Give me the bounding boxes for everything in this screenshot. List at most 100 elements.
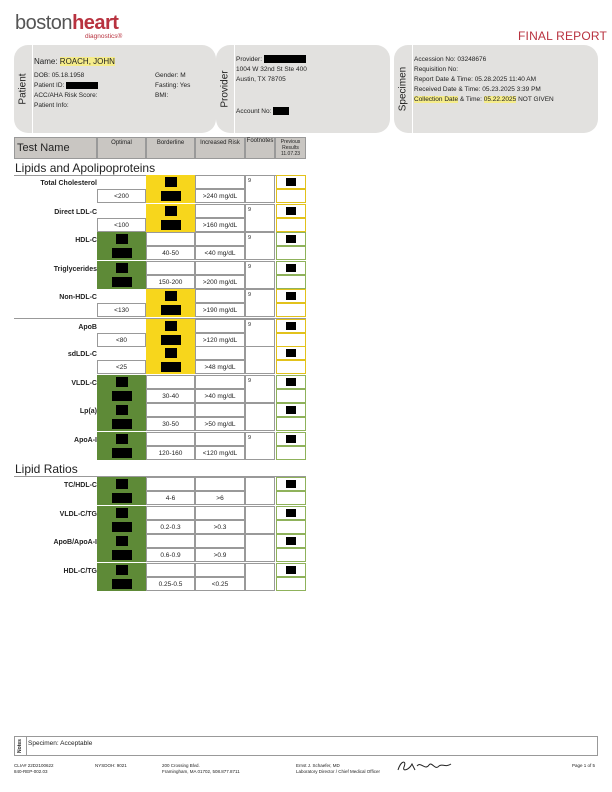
provider-card: Provider Provider: 1004 W 32nd St Ste 40…: [216, 45, 390, 133]
empty-cell: [146, 260, 195, 275]
empty-cell: [195, 346, 245, 360]
increased-risk-range: >200 mg/dL: [195, 274, 245, 289]
previous-result-cell: [276, 303, 306, 317]
redaction: [115, 405, 128, 415]
table-row: VLDL-C/TG 0.2-0.3 >0.3: [14, 505, 306, 534]
empty-cell: [146, 534, 195, 548]
test-name: Total Cholesterol: [40, 180, 97, 187]
table-row: Lp(a) 30-50 >50 mg/dL: [14, 403, 306, 431]
redaction: [111, 276, 132, 287]
optimal-range: <200: [97, 189, 146, 203]
footnote-cell: 9: [245, 318, 275, 347]
footnote-cell: [245, 562, 275, 591]
redaction: [111, 550, 132, 560]
redaction: [263, 55, 306, 64]
footnote-cell: [245, 346, 275, 374]
test-name: ApoB/ApoA-I: [53, 539, 97, 546]
increased-risk-range: >240 mg/dL: [195, 189, 245, 203]
empty-cell: [195, 374, 245, 389]
footnote-cell: 9: [245, 175, 275, 203]
redaction: [286, 377, 296, 386]
empty-cell: [146, 374, 195, 389]
redaction: [115, 536, 128, 546]
increased-risk-range: >50 mg/dL: [195, 417, 245, 431]
redaction: [111, 419, 132, 429]
patient-dob: DOB: 05.18.1958: [34, 72, 85, 79]
section-lipids: Lipids and Apolipoproteins: [15, 161, 156, 175]
footer-address-2: Framingham, MA 01702, 508.877.8711: [162, 769, 240, 774]
footnote-cell: 9: [245, 289, 275, 317]
redaction: [164, 291, 177, 301]
increased-risk-range: >6: [195, 491, 245, 505]
borderline-range: 30-40: [146, 388, 195, 403]
table-row: Triglycerides 150-200 >200 mg/dL 9: [14, 260, 306, 289]
footnote-cell: 9: [245, 374, 275, 403]
footnote-cell: [245, 403, 275, 431]
redaction: [160, 334, 181, 345]
redaction: [164, 177, 177, 187]
provider-address-1: 1004 W 32nd St Ste 400: [236, 66, 307, 73]
header-borderline: Borderline: [146, 137, 195, 159]
table-row: sdLDL-C <25 >48 mg/dL: [14, 346, 306, 374]
test-name: Lp(a): [79, 408, 97, 415]
footer-page-number: Page 1 of 5: [572, 763, 596, 768]
redaction: [111, 578, 132, 589]
redaction: [115, 234, 128, 244]
report-date: Report Date & Time: 05.28.2025 11:40 AM: [414, 76, 537, 83]
increased-risk-range: <0.25: [195, 576, 245, 591]
empty-cell: [195, 203, 245, 218]
test-name: VLDL-C/TG: [59, 510, 97, 518]
previous-result-cell: [276, 246, 306, 260]
test-name: HDL-C/TG: [63, 567, 97, 575]
patient-name-value: ROACH, JOHN: [59, 57, 115, 66]
provider-section-label: Provider: [219, 70, 231, 108]
optimal-range: <100: [97, 217, 146, 232]
increased-risk-range: >40 mg/dL: [195, 388, 245, 403]
requisition-number: Requisition No:: [414, 66, 459, 73]
redaction: [111, 521, 132, 532]
borderline-range: 0.6-0.9: [146, 548, 195, 562]
redaction: [273, 107, 290, 116]
redaction: [286, 480, 296, 488]
footer-code: 840-REP-002.03: [14, 769, 48, 774]
redaction: [111, 447, 132, 458]
redaction: [286, 565, 296, 574]
redaction: [286, 321, 296, 330]
redaction: [286, 235, 296, 243]
provider-account-row: Account No:: [236, 107, 290, 117]
footnote-cell: 9: [245, 431, 275, 460]
test-name: Non-HDL-C: [59, 294, 97, 301]
test-name: HDL-C: [75, 237, 97, 244]
table-row: TC/HDL-C 4-6 >6: [14, 477, 306, 505]
empty-cell: [195, 477, 245, 491]
test-name: sdLDL-C: [67, 351, 97, 358]
increased-risk-range: >48 mg/dL: [195, 360, 245, 374]
footnote-cell: [245, 477, 275, 505]
redaction: [164, 205, 177, 216]
section-lipid-ratios: Lipid Ratios: [15, 462, 78, 476]
borderline-range: 40-50: [146, 246, 195, 260]
test-name: Triglycerides: [53, 265, 97, 273]
redaction: [111, 248, 132, 258]
notes-label: Notes: [17, 739, 23, 753]
patient-section-label: Patient: [17, 73, 29, 105]
increased-risk-range: >190 mg/dL: [195, 303, 245, 317]
table-row: ApoA-I 120-160 <120 mg/dL 9: [14, 431, 306, 460]
provider-address-2: Austin, TX 78705: [236, 76, 286, 83]
previous-result-cell: [276, 189, 306, 203]
table-row: HDL-C 40-50 <40 mg/dL 9: [14, 232, 306, 260]
redaction: [160, 305, 181, 315]
increased-risk-range: >0.9: [195, 548, 245, 562]
test-name: ApoB: [78, 323, 97, 331]
empty-cell: [195, 260, 245, 275]
empty-cell: [195, 232, 245, 246]
previous-result-cell: [276, 519, 306, 534]
director-signature: [397, 761, 452, 771]
empty-cell: [195, 318, 245, 333]
redaction: [286, 537, 296, 545]
previous-result-cell: [276, 548, 306, 562]
redaction: [164, 348, 177, 358]
header-previous-results: Previous Results 11.07.23: [275, 137, 306, 159]
empty-cell: [195, 403, 245, 417]
increased-risk-range: >0.3: [195, 519, 245, 534]
